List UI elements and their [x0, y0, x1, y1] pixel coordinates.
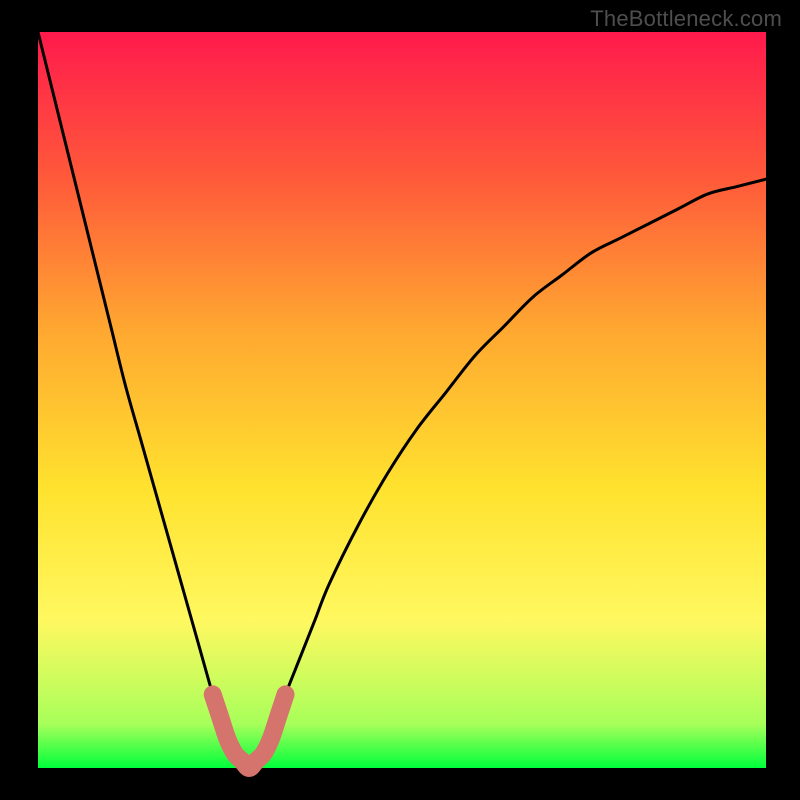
- plot-background: [38, 32, 766, 768]
- chart-container: { "watermark": "TheBottleneck.com", "col…: [0, 0, 800, 800]
- bottleneck-plot: [0, 0, 800, 800]
